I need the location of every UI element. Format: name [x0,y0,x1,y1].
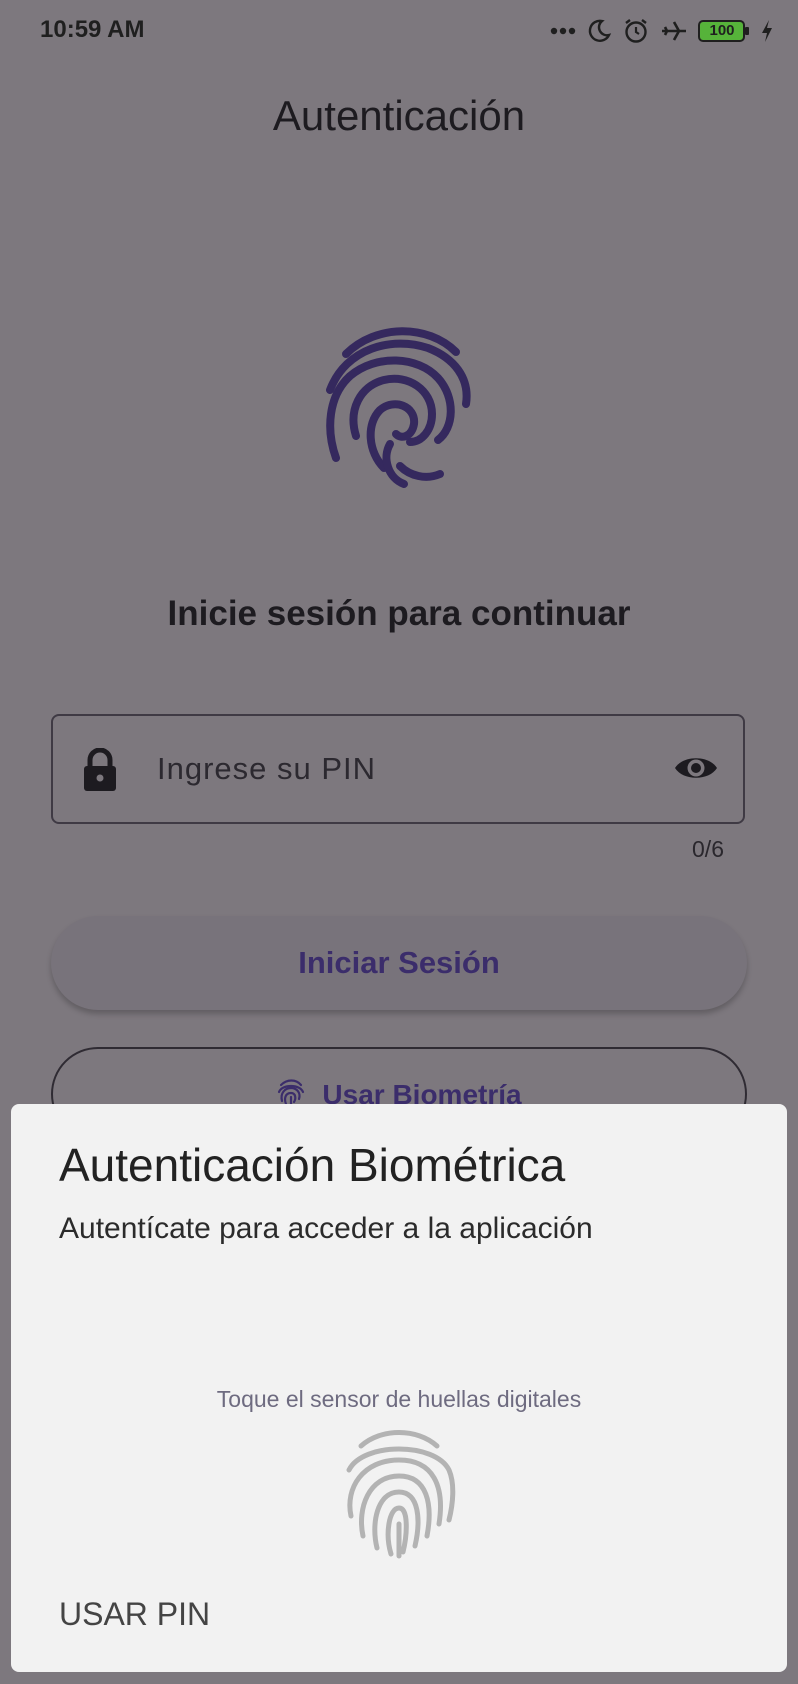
fingerprint-icon [320,318,478,492]
more-notifications-icon [550,27,576,35]
dialog-subtitle: Autentícate para acceder a la aplicación [59,1212,593,1245]
login-prompt: Inicie sesión para continuar [167,594,631,633]
status-icons: 100 [550,14,774,48]
login-button-label: Iniciar Sesión [298,945,500,980]
pin-input[interactable] [157,746,617,792]
battery-level: 100 [709,22,735,39]
charging-bolt-icon [760,19,774,43]
biometric-dialog: Autenticación Biométrica Autentícate par… [11,1104,787,1672]
dialog-title: Autenticación Biométrica [59,1139,566,1191]
login-button[interactable]: Iniciar Sesión [51,916,747,1010]
page-title: Autenticación [272,92,526,139]
sensor-hint: Toque el sensor de huellas digitales [216,1386,582,1412]
use-pin-button[interactable]: USAR PIN [59,1596,210,1633]
status-bar: 10:59 AM 100 [0,0,798,62]
lock-icon [81,747,119,797]
airplane-icon [660,19,688,43]
status-time: 10:59 AM [40,16,145,43]
moon-icon [586,18,612,44]
alarm-icon [622,17,650,45]
auth-screen: 10:59 AM 100 Autenticación Inicie sesión… [0,0,798,1684]
battery-icon: 100 [698,19,750,43]
fingerprint-sensor-icon [341,1424,457,1560]
visibility-toggle-icon[interactable] [673,752,719,789]
pin-field[interactable] [51,714,745,824]
pin-character-counter: 0/6 [692,836,724,862]
